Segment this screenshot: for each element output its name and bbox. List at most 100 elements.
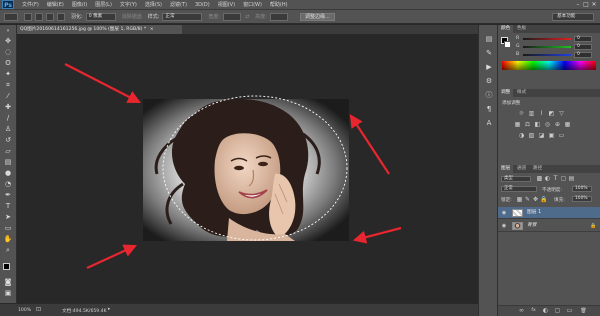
delete-layer-icon[interactable]: 🗑	[580, 308, 587, 314]
threshold-icon[interactable]: ◪	[538, 133, 545, 139]
exposure-icon[interactable]: ◩	[548, 111, 555, 117]
tab-color[interactable]: 颜色	[498, 25, 514, 33]
menu-image[interactable]: 图像(I)	[72, 1, 87, 8]
posterize-icon[interactable]: ▨	[528, 133, 535, 139]
blur-tool-icon[interactable]: ●	[3, 169, 13, 178]
subtract-selection-icon[interactable]	[46, 12, 54, 21]
magic-wand-icon[interactable]: ✦	[3, 70, 13, 79]
menu-help[interactable]: 帮助(H)	[270, 1, 288, 8]
color-spectrum-bar[interactable]	[502, 61, 596, 70]
filter-shape-icon[interactable]: ▢	[560, 176, 567, 182]
hue-saturation-icon[interactable]: ▦	[514, 122, 521, 128]
crop-tool-icon[interactable]: ⌗	[3, 81, 13, 90]
screen-mode-icon[interactable]: ▣	[3, 289, 13, 298]
layer-row-background[interactable]: ◉ 背景 🔒	[498, 220, 600, 232]
menu-select[interactable]: 选择(S)	[145, 1, 162, 8]
filter-pixel-icon[interactable]: ▩	[536, 176, 543, 182]
actions-icon[interactable]: ▶	[484, 63, 494, 72]
slider-b[interactable]: B 0	[516, 52, 600, 58]
selective-color-icon[interactable]: ▣	[548, 133, 555, 139]
foreground-color-swatch[interactable]	[3, 263, 10, 270]
antialias-checkbox[interactable]: 消除锯齿	[122, 13, 142, 20]
move-tool-icon[interactable]: ✥	[3, 37, 13, 46]
lasso-tool-icon[interactable]: ʘ	[3, 59, 13, 68]
collapse-icon[interactable]: »	[3, 27, 13, 36]
blend-mode-select[interactable]: 正常	[501, 186, 537, 192]
new-selection-icon[interactable]	[24, 12, 32, 21]
slider-b-track[interactable]	[523, 54, 571, 56]
tab-paths[interactable]: 路径	[530, 165, 545, 173]
refine-edge-button[interactable]: 调整边缘...	[299, 12, 335, 21]
lock-image-icon[interactable]: ✎	[524, 197, 531, 203]
slider-g[interactable]: G 0	[516, 44, 600, 50]
dodge-tool-icon[interactable]: ◔	[3, 180, 13, 189]
swap-icon[interactable]: ⇄	[245, 14, 249, 20]
brush-tool-icon[interactable]: ∕	[3, 114, 13, 123]
workspace-select[interactable]: 基本功能	[552, 12, 594, 21]
paragraph-icon[interactable]: ¶	[484, 105, 494, 114]
tab-adjustments[interactable]: 调整	[498, 89, 514, 97]
hand-tool-icon[interactable]: ✋	[3, 235, 13, 244]
eye-icon[interactable]: ◉	[501, 223, 507, 229]
filter-adjust-icon[interactable]: ◐	[544, 176, 551, 182]
clone-stamp-icon[interactable]: ♙	[3, 125, 13, 134]
menu-layer[interactable]: 图层(L)	[95, 1, 112, 8]
style-select[interactable]: 正常	[162, 12, 203, 21]
layer-name[interactable]: 背景	[527, 220, 537, 232]
eyedropper-icon[interactable]: ⁄	[3, 92, 13, 101]
tab-layers[interactable]: 图层	[498, 165, 514, 173]
new-group-icon[interactable]: ▢	[554, 308, 561, 314]
layer-name[interactable]: 图层 1	[527, 207, 541, 219]
slider-g-value[interactable]: 0	[574, 44, 592, 50]
link-layers-icon[interactable]: ∞	[518, 308, 525, 314]
black-white-icon[interactable]: ◧	[534, 122, 541, 128]
filter-smart-icon[interactable]: ▤	[568, 176, 575, 182]
brightness-icon[interactable]: ☼	[518, 111, 525, 117]
maximize-button[interactable]: □	[582, 1, 590, 9]
close-button[interactable]: ✕	[590, 1, 598, 9]
lock-all-icon[interactable]: 🔒	[540, 197, 547, 203]
feather-field[interactable]: 0 像素	[85, 12, 116, 21]
menu-filter[interactable]: 滤镜(T)	[170, 1, 187, 8]
color-lookup-icon[interactable]: ▦	[564, 122, 571, 128]
menu-edit[interactable]: 编辑(E)	[47, 1, 64, 8]
type-tool-icon[interactable]: T	[3, 202, 13, 211]
tab-styles[interactable]: 样式	[514, 89, 529, 97]
add-adjustment-icon[interactable]: ◐	[542, 308, 549, 314]
healing-brush-icon[interactable]: ✚	[3, 103, 13, 112]
minimize-button[interactable]: –	[574, 1, 582, 9]
slider-g-track[interactable]	[523, 46, 571, 48]
quick-mask-icon[interactable]: ◙	[3, 278, 13, 287]
curves-icon[interactable]: ⌇	[538, 111, 545, 117]
eye-icon[interactable]: ◉	[501, 210, 507, 216]
new-layer-icon[interactable]: ▭	[566, 308, 573, 314]
zoom-tool-icon[interactable]: ⌕	[3, 246, 13, 255]
menu-file[interactable]: 文件(F)	[22, 1, 39, 8]
status-arrow-icon[interactable]: ▸	[108, 307, 110, 312]
menu-view[interactable]: 视图(V)	[218, 1, 235, 8]
history-brush-icon[interactable]: ↺	[3, 136, 13, 145]
menu-window[interactable]: 窗口(W)	[243, 1, 262, 8]
slider-r[interactable]: R 0	[516, 36, 600, 42]
lock-transparent-icon[interactable]: ▦	[516, 197, 523, 203]
canvas-area[interactable]	[17, 34, 478, 303]
elliptical-marquee-icon[interactable]: ◌	[3, 48, 13, 57]
zoom-level[interactable]: 100%	[18, 308, 31, 313]
layer-style-icon[interactable]: fx	[530, 308, 537, 314]
filter-type-icon[interactable]: T	[552, 176, 559, 182]
gradient-tool-icon[interactable]: ▤	[3, 158, 13, 167]
width-field[interactable]	[223, 12, 242, 21]
character-icon[interactable]: A	[484, 119, 494, 128]
layer-filter-kind[interactable]: 类型	[501, 176, 531, 182]
tool-preset-picker[interactable]	[4, 12, 18, 21]
slider-b-value[interactable]: 0	[574, 52, 592, 58]
rectangle-tool-icon[interactable]: ▭	[3, 224, 13, 233]
info-icon[interactable]: ⓘ	[484, 91, 494, 100]
history-icon[interactable]: ▤	[484, 35, 494, 44]
channel-mixer-icon[interactable]: ⊕	[554, 122, 561, 128]
panel-background-swatch[interactable]	[504, 41, 511, 48]
gradient-map-icon[interactable]: ▭	[558, 133, 565, 139]
brush-panel-icon[interactable]: ⚙	[484, 77, 494, 86]
photo-filter-icon[interactable]: ◎	[544, 122, 551, 128]
intersect-selection-icon[interactable]	[57, 12, 65, 21]
